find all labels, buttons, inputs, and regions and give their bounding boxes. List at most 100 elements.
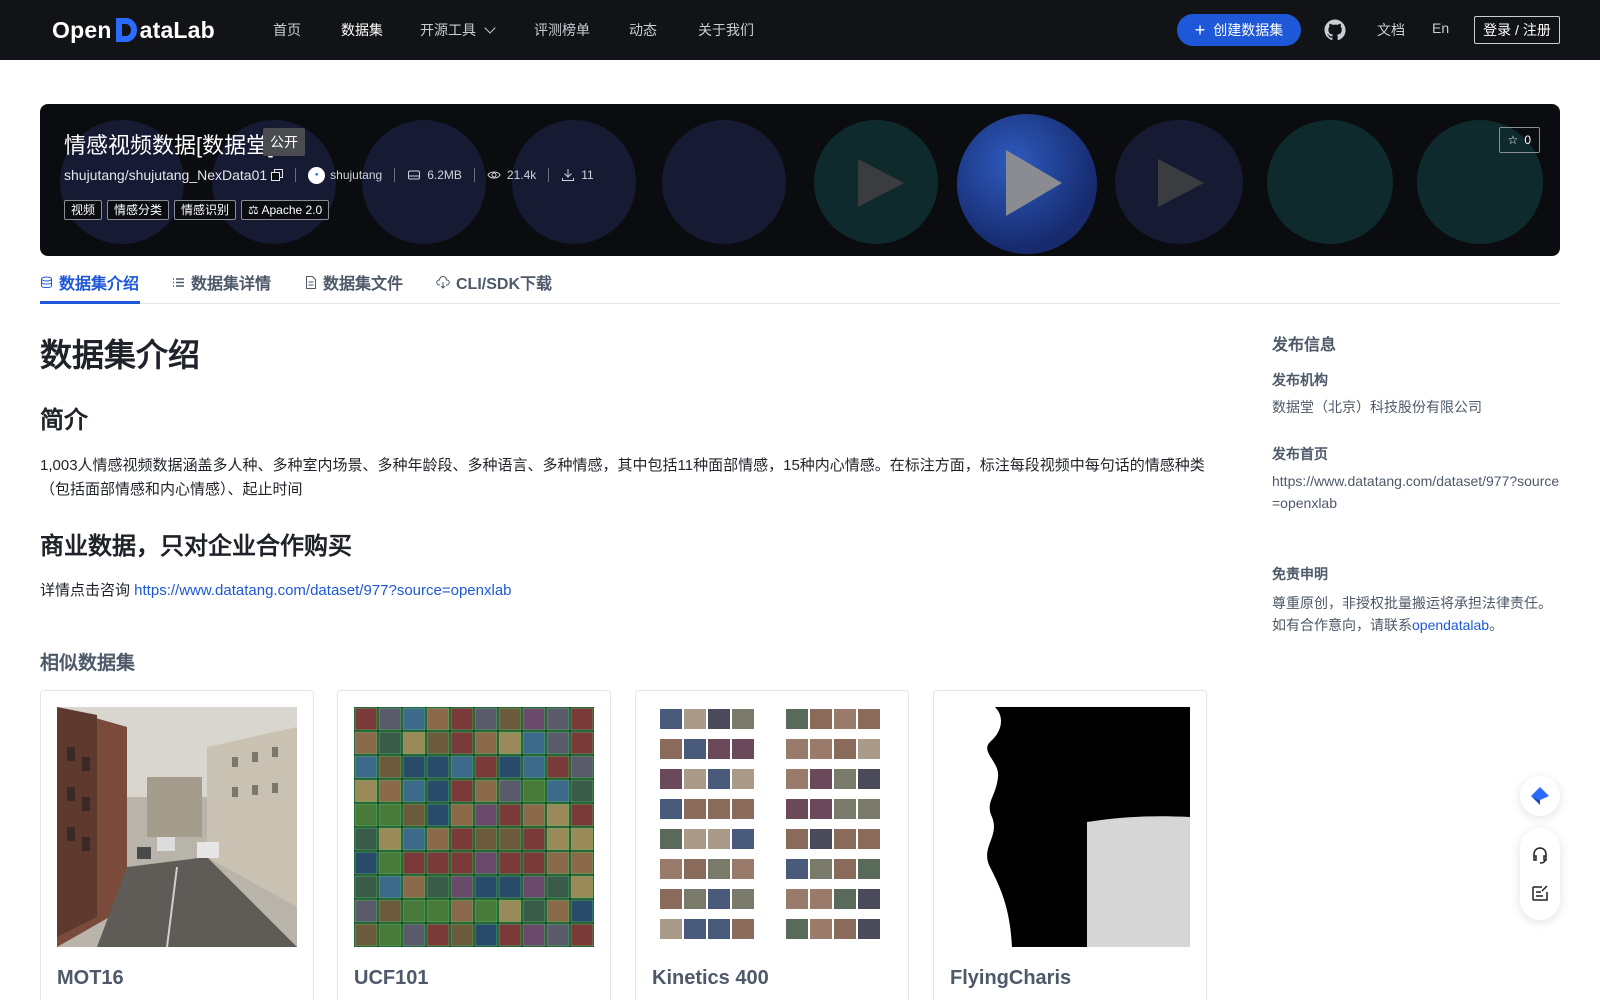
tab-files[interactable]: 数据集文件 <box>305 271 403 293</box>
mosaic-tile <box>810 919 832 939</box>
nav-about[interactable]: 关于我们 <box>698 20 754 40</box>
mosaic-tile <box>354 875 378 899</box>
nav-news[interactable]: 动态 <box>629 20 657 40</box>
license-label: Apache 2.0 <box>261 203 323 217</box>
nav-open-tools[interactable]: 开源工具 <box>420 20 496 40</box>
nav-docs[interactable]: 文档 <box>1377 20 1405 40</box>
similar-dataset-card[interactable]: UCF101 <box>337 690 611 1000</box>
mosaic-tile <box>858 709 880 729</box>
mosaic-tile <box>810 889 832 909</box>
mosaic-tile <box>474 731 498 755</box>
list-icon <box>173 277 184 287</box>
logo-text-datalab: ataLab <box>139 16 215 43</box>
login-register-button[interactable]: 登录 / 注册 <box>1474 16 1560 44</box>
divider <box>295 168 297 182</box>
download-icon <box>562 169 575 181</box>
consult-link[interactable]: https://www.datatang.com/dataset/977?sou… <box>134 582 511 599</box>
copy-icon[interactable] <box>271 169 284 181</box>
mosaic-tile <box>378 851 402 875</box>
mosaic-tile <box>498 731 522 755</box>
mosaic-tile <box>402 779 426 803</box>
mosaic-tile <box>474 923 498 947</box>
disclaimer-suffix: 。 <box>1489 617 1504 633</box>
create-dataset-button[interactable]: + 创建数据集 <box>1177 14 1301 46</box>
mosaic-tile <box>354 755 378 779</box>
mosaic-tile <box>402 803 426 827</box>
star-count: 0 <box>1524 133 1531 147</box>
homepage-label: 发布首页 <box>1272 446 1328 462</box>
nav-language[interactable]: En <box>1432 20 1449 36</box>
tag-chip[interactable]: 情感分类 <box>107 200 170 220</box>
nav-home[interactable]: 首页 <box>273 20 301 40</box>
tab-details[interactable]: 数据集详情 <box>172 271 271 293</box>
mosaic-tile <box>450 899 474 923</box>
mosaic-tile <box>708 829 730 849</box>
feedback-icon[interactable] <box>1530 883 1550 903</box>
tag-chip[interactable]: 情感识别 <box>174 200 237 220</box>
visibility-badge: 公开 <box>263 128 305 156</box>
file-icon <box>306 275 316 289</box>
mosaic-tile <box>498 827 522 851</box>
github-icon[interactable] <box>1323 18 1347 42</box>
mosaic-tile <box>858 919 880 939</box>
mosaic-tile <box>684 769 706 789</box>
nav-leaderboard[interactable]: 评测榜单 <box>534 20 590 40</box>
tab-cli-sdk-label: CLI/SDK下载 <box>456 276 553 293</box>
mosaic-tile <box>708 709 730 729</box>
owner-name[interactable]: shujutang <box>330 168 382 182</box>
mosaic-tile <box>858 799 880 819</box>
nav-datasets[interactable]: 数据集 <box>341 20 383 40</box>
mosaic-tile <box>402 755 426 779</box>
disclaimer-contact-line: 如有合作意向，请联系opendatalab。 <box>1272 614 1562 636</box>
mosaic-tile <box>660 769 682 789</box>
mosaic-tile <box>450 731 474 755</box>
similar-dataset-card[interactable]: Kinetics 400 <box>635 690 909 1000</box>
opendatalab-logo[interactable]: Open ataLab <box>52 14 215 46</box>
intro-text: 1,003人情感视频数据涵盖多人种、多种室内场景、多种年龄段、多种语言、多种情感… <box>40 457 1205 498</box>
mosaic-tile <box>474 875 498 899</box>
tab-intro[interactable]: 数据集介绍 <box>40 271 139 293</box>
float-actions <box>1520 828 1560 920</box>
mosaic-tile <box>708 889 730 909</box>
dataset-title: 情感视频数据[数据堂] <box>64 133 275 158</box>
customer-service-icon[interactable] <box>1530 845 1550 865</box>
mosaic-tile <box>708 799 730 819</box>
mosaic-tile <box>684 859 706 879</box>
mosaic-tile <box>498 803 522 827</box>
mosaic-tile <box>546 827 570 851</box>
mosaic-tile <box>732 739 754 759</box>
mosaic-tile <box>708 859 730 879</box>
tab-cli-sdk[interactable]: CLI/SDK下载 <box>436 271 552 293</box>
view-count: 21.4k <box>506 168 537 182</box>
similar-dataset-card[interactable]: FlyingCharis <box>933 690 1207 1000</box>
plus-icon: + <box>1194 20 1206 40</box>
mosaic-tile <box>522 923 546 947</box>
mosaic-tile <box>450 755 474 779</box>
intro-title: 简介 <box>40 407 88 434</box>
active-tab-indicator <box>40 301 140 304</box>
license-chip[interactable]: ⚖ Apache 2.0 <box>241 200 330 220</box>
feishu-float-button[interactable] <box>1520 776 1560 816</box>
mosaic-tile <box>570 707 594 731</box>
similar-dataset-name: Kinetics 400 <box>652 967 769 989</box>
mosaic-tile <box>834 829 856 849</box>
star-button[interactable]: ☆ 0 <box>1498 127 1540 153</box>
mosaic-tile <box>684 829 706 849</box>
mosaic-tile <box>522 875 546 899</box>
mosaic-tile <box>684 739 706 759</box>
homepage-link[interactable]: https://www.datatang.com/dataset/977?sou… <box>1272 470 1562 514</box>
divider <box>548 168 550 182</box>
mosaic-tile <box>354 899 378 923</box>
mosaic-tile <box>354 731 378 755</box>
mosaic-tile <box>498 779 522 803</box>
disclaimer-label: 免责申明 <box>1272 566 1328 582</box>
tag-chip[interactable]: 视频 <box>64 200 103 220</box>
contact-link[interactable]: opendatalab <box>1412 617 1489 633</box>
mosaic-tile <box>834 859 856 879</box>
mosaic-tile <box>834 799 856 819</box>
mosaic-tile <box>450 707 474 731</box>
mosaic-tile <box>660 709 682 729</box>
mosaic-tile <box>402 851 426 875</box>
mosaic-tile <box>426 827 450 851</box>
similar-dataset-card[interactable]: MOT16 <box>40 690 314 1000</box>
